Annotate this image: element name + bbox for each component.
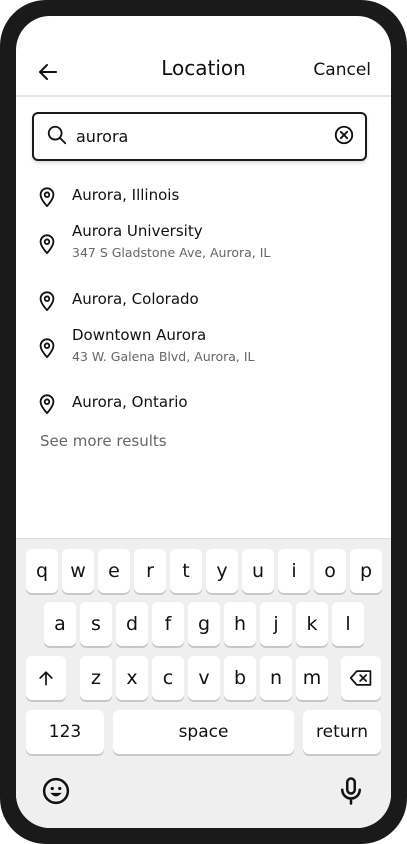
key-u[interactable]: u: [242, 549, 274, 593]
result-name: Aurora, Ontario: [72, 393, 188, 411]
delete-key[interactable]: [341, 656, 381, 700]
device-frame: Location Cancel Aurora, Illinois: [0, 0, 407, 844]
key-o[interactable]: o: [314, 549, 346, 593]
key-i[interactable]: i: [278, 549, 310, 593]
result-name: Aurora, Colorado: [72, 290, 199, 308]
return-key[interactable]: return: [303, 710, 381, 754]
map-pin-icon: [39, 234, 55, 255]
result-item[interactable]: Aurora, Colorado: [16, 286, 391, 316]
clear-circle-x-icon[interactable]: [333, 124, 355, 146]
key-d[interactable]: d: [116, 602, 148, 646]
key-q[interactable]: q: [26, 549, 58, 593]
map-pin-icon: [39, 187, 55, 208]
numbers-key[interactable]: 123: [26, 710, 104, 754]
key-e[interactable]: e: [98, 549, 130, 593]
result-name: Downtown Aurora: [72, 326, 207, 344]
result-item[interactable]: Aurora University 347 S Gladstone Ave, A…: [16, 222, 391, 266]
keyboard: q w e r t y u i o p a s d f g h j k l z …: [16, 538, 391, 828]
key-p[interactable]: p: [350, 549, 382, 593]
key-k[interactable]: k: [296, 602, 328, 646]
key-m[interactable]: m: [296, 656, 328, 700]
see-more-results-link[interactable]: See more results: [40, 432, 167, 450]
search-icon: [47, 125, 67, 145]
smiley-icon[interactable]: [41, 776, 71, 806]
key-l[interactable]: l: [332, 602, 364, 646]
map-pin-icon: [39, 394, 55, 415]
key-b[interactable]: b: [224, 656, 256, 700]
result-item[interactable]: Aurora, Illinois: [16, 182, 391, 212]
key-t[interactable]: t: [170, 549, 202, 593]
key-a[interactable]: a: [44, 602, 76, 646]
key-v[interactable]: v: [188, 656, 220, 700]
key-f[interactable]: f: [152, 602, 184, 646]
result-item[interactable]: Downtown Aurora 43 W. Galena Blvd, Auror…: [16, 326, 391, 370]
key-j[interactable]: j: [260, 602, 292, 646]
key-g[interactable]: g: [188, 602, 220, 646]
microphone-icon[interactable]: [336, 776, 366, 806]
screen: Location Cancel Aurora, Illinois: [16, 16, 391, 828]
key-h[interactable]: h: [224, 602, 256, 646]
result-item[interactable]: Aurora, Ontario: [16, 389, 391, 419]
cancel-button[interactable]: Cancel: [313, 60, 371, 80]
map-pin-icon: [39, 338, 55, 359]
key-c[interactable]: c: [152, 656, 184, 700]
backspace-icon: [349, 670, 372, 686]
key-s[interactable]: s: [80, 602, 112, 646]
key-y[interactable]: y: [206, 549, 238, 593]
key-z[interactable]: z: [80, 656, 112, 700]
header-divider: [16, 95, 391, 97]
result-address: 347 S Gladstone Ave, Aurora, IL: [72, 245, 271, 260]
result-name: Aurora University: [72, 222, 203, 240]
space-key[interactable]: space: [113, 710, 294, 754]
result-address: 43 W. Galena Blvd, Aurora, IL: [72, 349, 255, 364]
key-x[interactable]: x: [116, 656, 148, 700]
key-n[interactable]: n: [260, 656, 292, 700]
header: Location Cancel: [16, 16, 391, 97]
shift-arrow-up-icon: [39, 671, 53, 686]
search-bar: [32, 112, 367, 161]
key-w[interactable]: w: [62, 549, 94, 593]
key-r[interactable]: r: [134, 549, 166, 593]
shift-key[interactable]: [26, 656, 66, 700]
map-pin-icon: [39, 291, 55, 312]
result-name: Aurora, Illinois: [72, 186, 180, 204]
search-input[interactable]: [76, 122, 316, 150]
